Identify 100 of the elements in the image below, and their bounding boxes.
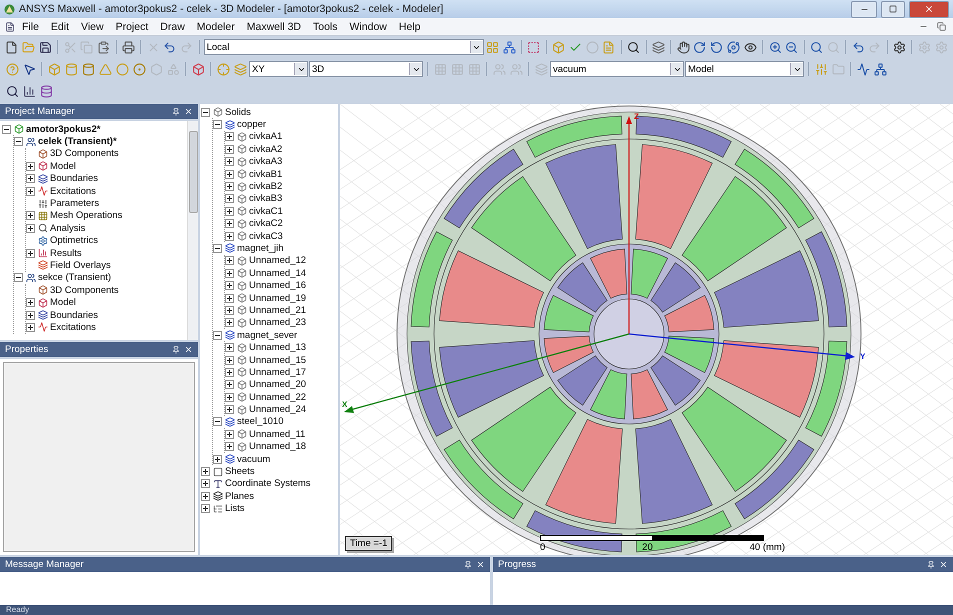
- expand-toggle[interactable]: [26, 162, 35, 171]
- settings-icon[interactable]: [892, 39, 908, 55]
- orbit-icon[interactable]: [726, 39, 742, 55]
- maximize-button[interactable]: [881, 0, 905, 18]
- expand-toggle[interactable]: [201, 479, 210, 488]
- collapse-toggle[interactable]: [213, 120, 222, 130]
- tree-item[interactable]: sekce (Transient): [38, 272, 112, 284]
- close-icon[interactable]: [184, 107, 193, 116]
- expand-toggle[interactable]: [225, 405, 234, 414]
- frame-icon[interactable]: [526, 39, 542, 55]
- expand-toggle[interactable]: [225, 430, 234, 439]
- tree-item[interactable]: Lists: [225, 503, 245, 514]
- tree-item[interactable]: 3D Components: [50, 284, 119, 296]
- tree-item[interactable]: Boundaries: [50, 173, 98, 184]
- expand-toggle[interactable]: [225, 442, 234, 452]
- tree-item[interactable]: Unnamed_13: [249, 342, 306, 354]
- expand-toggle[interactable]: [225, 157, 234, 166]
- hand-icon[interactable]: [675, 39, 692, 55]
- expand-toggle[interactable]: [225, 356, 234, 364]
- rotate-back-icon[interactable]: [708, 39, 725, 55]
- tree-item[interactable]: Solids: [225, 106, 251, 118]
- expand-toggle[interactable]: [225, 281, 234, 290]
- expand-toggle[interactable]: [26, 224, 35, 233]
- expand-toggle[interactable]: [225, 256, 234, 266]
- restore-icon[interactable]: [936, 22, 946, 31]
- expand-toggle[interactable]: [26, 174, 35, 184]
- tree-item[interactable]: civkaB3: [249, 193, 282, 204]
- tree-item[interactable]: celek (Transient)*: [38, 136, 117, 148]
- expand-toggle[interactable]: [225, 380, 234, 390]
- expand-toggle[interactable]: [26, 298, 35, 308]
- expand-toggle[interactable]: [201, 467, 210, 476]
- cube-icon[interactable]: [190, 61, 206, 77]
- tree-item[interactable]: civkaC3: [249, 230, 283, 242]
- menu-item[interactable]: File: [17, 20, 44, 32]
- expand-toggle[interactable]: [26, 211, 35, 220]
- network-icon[interactable]: [501, 39, 518, 55]
- coordinate-system-dropdown[interactable]: Local: [204, 39, 484, 55]
- expand-toggle[interactable]: [225, 306, 234, 315]
- expand-toggle[interactable]: [225, 392, 234, 402]
- dropdown-arrow-button[interactable]: [670, 63, 683, 75]
- menu-item[interactable]: View: [76, 20, 109, 32]
- print-icon[interactable]: [120, 39, 136, 55]
- pin-icon[interactable]: [927, 560, 935, 568]
- close-icon[interactable]: [939, 560, 948, 569]
- tree-item[interactable]: Unnamed_24: [249, 404, 306, 416]
- pin-icon[interactable]: [464, 560, 472, 568]
- collapse-toggle[interactable]: [213, 417, 222, 426]
- tree-item[interactable]: Optimetrics: [50, 235, 98, 246]
- close-icon[interactable]: [184, 345, 193, 354]
- tree-item[interactable]: Model: [50, 297, 76, 308]
- collapse-toggle[interactable]: [213, 244, 222, 253]
- tree-item[interactable]: Excitations: [50, 322, 96, 333]
- 3d-viewport[interactable]: Z Y X Time =-1 0 20 40 (mm): [340, 104, 953, 555]
- collapse-toggle[interactable]: [213, 330, 222, 340]
- expand-toggle[interactable]: [225, 170, 234, 179]
- dropdown-arrow-button[interactable]: [470, 41, 482, 53]
- tree-item[interactable]: Coordinate Systems: [225, 478, 311, 490]
- expand-toggle[interactable]: [225, 219, 234, 228]
- tree-item[interactable]: Unnamed_11: [249, 428, 306, 440]
- tree-item[interactable]: Mesh Operations: [50, 210, 122, 222]
- rotate-icon[interactable]: [692, 39, 708, 55]
- tree-item[interactable]: Unnamed_14: [249, 268, 306, 279]
- paste-icon[interactable]: [96, 39, 112, 55]
- tree-item[interactable]: Unnamed_18: [249, 441, 306, 452]
- expand-toggle[interactable]: [201, 504, 210, 514]
- zoom-in-icon[interactable]: [767, 39, 783, 55]
- menu-item[interactable]: Maxwell 3D: [242, 20, 306, 32]
- tree-item[interactable]: steel_1010: [237, 416, 284, 428]
- collapse-toggle[interactable]: [14, 137, 23, 146]
- tree-item[interactable]: vacuum: [237, 454, 270, 465]
- expand-toggle[interactable]: [225, 268, 234, 278]
- zoom-out-icon[interactable]: [784, 39, 800, 55]
- tree-item[interactable]: Unnamed_19: [249, 292, 306, 304]
- tree-item[interactable]: Unnamed_17: [249, 366, 306, 378]
- tree-item[interactable]: Sheets: [225, 466, 255, 478]
- tree-item[interactable]: magnet_sever: [237, 330, 298, 341]
- dropdown-arrow-button[interactable]: [294, 63, 307, 75]
- document-icon[interactable]: [4, 21, 15, 32]
- tree-item[interactable]: Results: [50, 248, 82, 259]
- plane-dropdown[interactable]: XY: [249, 61, 308, 77]
- search-icon[interactable]: [808, 39, 824, 55]
- menu-item[interactable]: Help: [394, 20, 426, 32]
- collapse-toggle[interactable]: [14, 273, 23, 282]
- menu-item[interactable]: Tools: [308, 20, 343, 32]
- tree-item[interactable]: magnet_jih: [237, 242, 284, 254]
- view-dropdown[interactable]: 3D: [309, 61, 423, 77]
- tree-item[interactable]: civkaB2: [249, 181, 282, 192]
- menu-item[interactable]: Draw: [155, 20, 190, 32]
- expand-toggle[interactable]: [225, 368, 234, 377]
- scrollbar[interactable]: [187, 121, 198, 340]
- expand-toggle[interactable]: [225, 194, 234, 204]
- save-icon[interactable]: [38, 39, 54, 55]
- expand-toggle[interactable]: [225, 182, 234, 192]
- database-icon[interactable]: [38, 83, 54, 99]
- tree-item[interactable]: Unnamed_20: [249, 379, 306, 390]
- tree-item[interactable]: civkaA3: [249, 156, 282, 168]
- expand-toggle[interactable]: [26, 248, 35, 258]
- expand-toggle[interactable]: [225, 318, 234, 328]
- tree-item[interactable]: Model: [50, 160, 76, 172]
- close-icon[interactable]: [924, 4, 934, 14]
